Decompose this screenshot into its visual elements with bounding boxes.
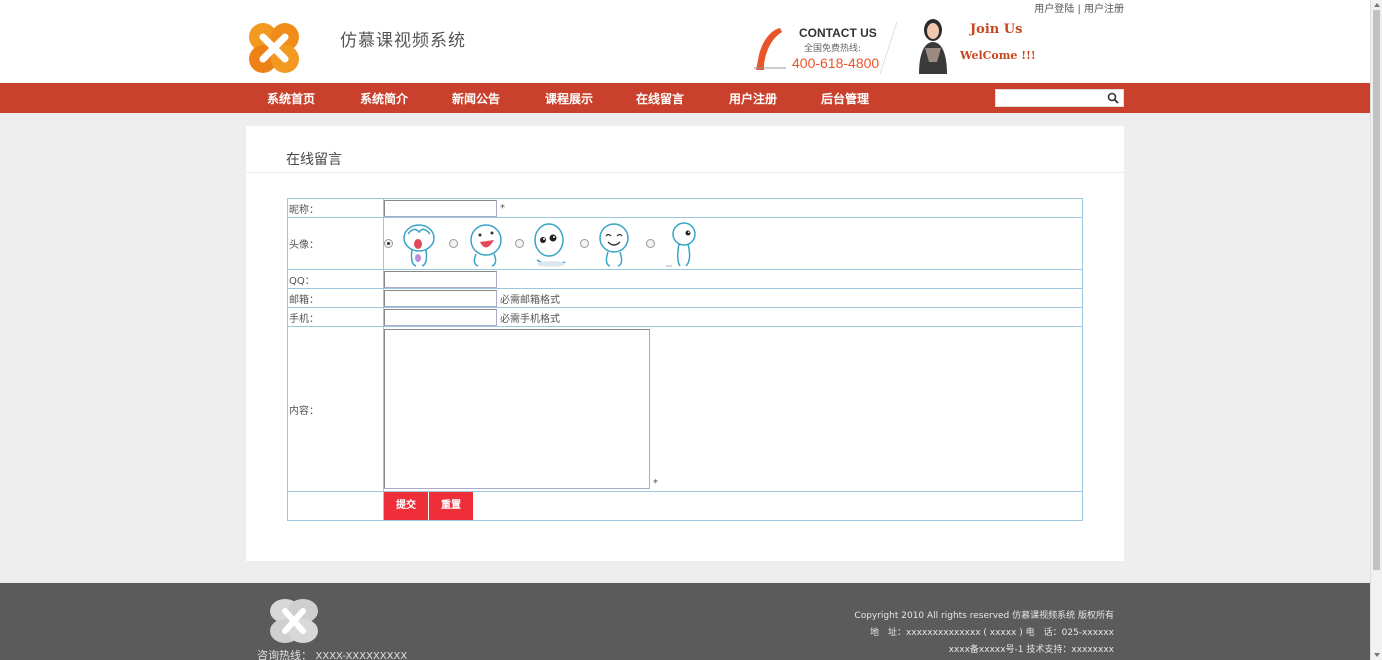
content-cell: * xyxy=(383,326,1083,492)
nav-item-news[interactable]: 新闻公告 xyxy=(452,90,500,107)
nickname-cell: * xyxy=(383,198,1083,218)
page-title: 在线留言 xyxy=(286,152,342,168)
footer-hotline: 咨询热线： XXXX-XXXXXXXXX xyxy=(257,647,407,660)
email-hint: 必需邮箱格式 xyxy=(500,294,560,306)
search-input[interactable] xyxy=(998,91,1106,105)
nav-item-intro[interactable]: 系统简介 xyxy=(360,90,408,107)
nav-item-home[interactable]: 系统首页 xyxy=(267,90,315,107)
nav-item-admin[interactable]: 后台管理 xyxy=(821,90,869,107)
nav-item-messages[interactable]: 在线留言 xyxy=(636,90,684,107)
avatar-radio-1[interactable] xyxy=(384,239,393,248)
form-row-qq: QQ： xyxy=(287,269,1083,289)
phone-cell: 必需手机格式 xyxy=(383,307,1083,327)
vertical-scrollbar[interactable] xyxy=(1370,0,1382,660)
cartoon-avatar-1-icon xyxy=(403,223,435,267)
address-text: 地 址：xxxxxxxxxxxxxx ( xxxxx ) 电 话：025-xxx… xyxy=(869,628,1114,638)
qq-cell xyxy=(383,269,1083,289)
phone-icon xyxy=(754,28,786,70)
search-box xyxy=(995,89,1124,107)
nickname-field[interactable] xyxy=(384,199,497,217)
avatar-cell xyxy=(383,217,1083,270)
phone-field[interactable] xyxy=(384,308,497,326)
contact-title: CONTACT US xyxy=(799,26,877,40)
form-row-content: 内容： * xyxy=(287,326,1083,492)
form-row-buttons: 提交 重置 xyxy=(287,491,1083,521)
form-row-email: 邮箱： 必需邮箱格式 xyxy=(287,288,1083,308)
footer: 咨询热线： XXXX-XXXXXXXXX Copyright 2010 All … xyxy=(0,583,1370,660)
nickname-label: 昵称： xyxy=(287,198,384,218)
form-row-phone: 手机： 必需手机格式 xyxy=(287,307,1083,327)
email-label: 邮箱： xyxy=(287,288,384,308)
logo-icon[interactable] xyxy=(246,20,302,76)
avatar-radio-5[interactable] xyxy=(645,239,655,248)
login-link[interactable]: 用户登陆 xyxy=(1034,4,1074,15)
icp-text: xxxx备xxxxx号-1 技术支持：xxxxxxxx xyxy=(948,645,1114,655)
contact-number: 400-618-4800 xyxy=(792,55,880,71)
scroll-down-arrow-icon[interactable] xyxy=(1374,653,1380,657)
nav-item-register[interactable]: 用户注册 xyxy=(729,90,777,107)
contact-block: CONTACT US 全国免费热线: 400-618-4800 xyxy=(752,22,892,74)
title-divider xyxy=(246,172,1124,173)
phone-label: 手机： xyxy=(287,307,384,327)
cartoon-avatar-2-icon xyxy=(469,223,502,267)
header: 用户登陆 | 用户注册 仿慕课视频系统 CONTACT US 全国免费热线: 4… xyxy=(0,0,1370,83)
message-panel: 在线留言 昵称： * 头像： QQ： 邮箱： 必需邮箱格式 手机： 必需手机格式… xyxy=(246,126,1124,561)
scroll-up-arrow-icon[interactable] xyxy=(1374,3,1380,7)
form-row-avatar: 头像： xyxy=(287,217,1083,270)
footer-logo-icon xyxy=(270,599,318,643)
buttons-label-cell xyxy=(287,491,384,521)
avatar-radio-3[interactable] xyxy=(514,239,524,248)
top-links-separator: | xyxy=(1074,4,1084,15)
search-icon[interactable] xyxy=(1107,92,1119,104)
hotline-label: 咨询热线： xyxy=(257,649,312,660)
buttons-cell: 提交 重置 xyxy=(383,491,1083,521)
content-label: 内容： xyxy=(287,326,384,492)
avatar-radio-4[interactable] xyxy=(580,239,590,248)
message-form: 昵称： * 头像： QQ： 邮箱： 必需邮箱格式 手机： 必需手机格式 内容： … xyxy=(287,198,1083,521)
nav-item-courses[interactable]: 课程展示 xyxy=(545,90,593,107)
welcome-text: WelCome !!! xyxy=(960,49,1036,62)
site-title: 仿慕课视频系统 xyxy=(340,31,466,51)
cartoon-avatar-4-icon xyxy=(599,222,630,267)
qq-label: QQ： xyxy=(287,269,384,289)
contact-subtitle: 全国免费热线: xyxy=(804,44,862,54)
person-photo-icon xyxy=(919,19,947,74)
phone-hint: 必需手机格式 xyxy=(500,313,560,325)
email-cell: 必需邮箱格式 xyxy=(383,288,1083,308)
main-nav: 系统首页 系统简介 新闻公告 课程展示 在线留言 用户注册 后台管理 xyxy=(0,83,1370,113)
join-us-text: Join Us xyxy=(970,22,1023,37)
content-textarea[interactable] xyxy=(384,329,650,489)
avatar-radio-2[interactable] xyxy=(449,239,459,248)
form-row-nickname: 昵称： * xyxy=(287,198,1083,218)
avatar-label: 头像： xyxy=(287,217,384,270)
hotline-number: XXXX-XXXXXXXXX xyxy=(315,651,408,660)
nickname-required-mark: * xyxy=(500,202,505,214)
content-required-mark: * xyxy=(653,477,658,489)
scroll-thumb[interactable] xyxy=(1373,10,1380,570)
cartoon-avatar-3-icon xyxy=(534,222,566,267)
top-links: 用户登陆 | 用户注册 xyxy=(1034,0,1124,15)
copyright-text: Copyright 2010 All rights reserved 仿慕课视频… xyxy=(854,611,1114,621)
reset-button[interactable]: 重置 xyxy=(429,492,473,520)
qq-field[interactable] xyxy=(384,270,497,288)
submit-button[interactable]: 提交 xyxy=(384,492,428,520)
register-link[interactable]: 用户注册 xyxy=(1084,4,1124,15)
email-field[interactable] xyxy=(384,289,497,307)
cartoon-avatar-5-icon xyxy=(665,221,696,267)
